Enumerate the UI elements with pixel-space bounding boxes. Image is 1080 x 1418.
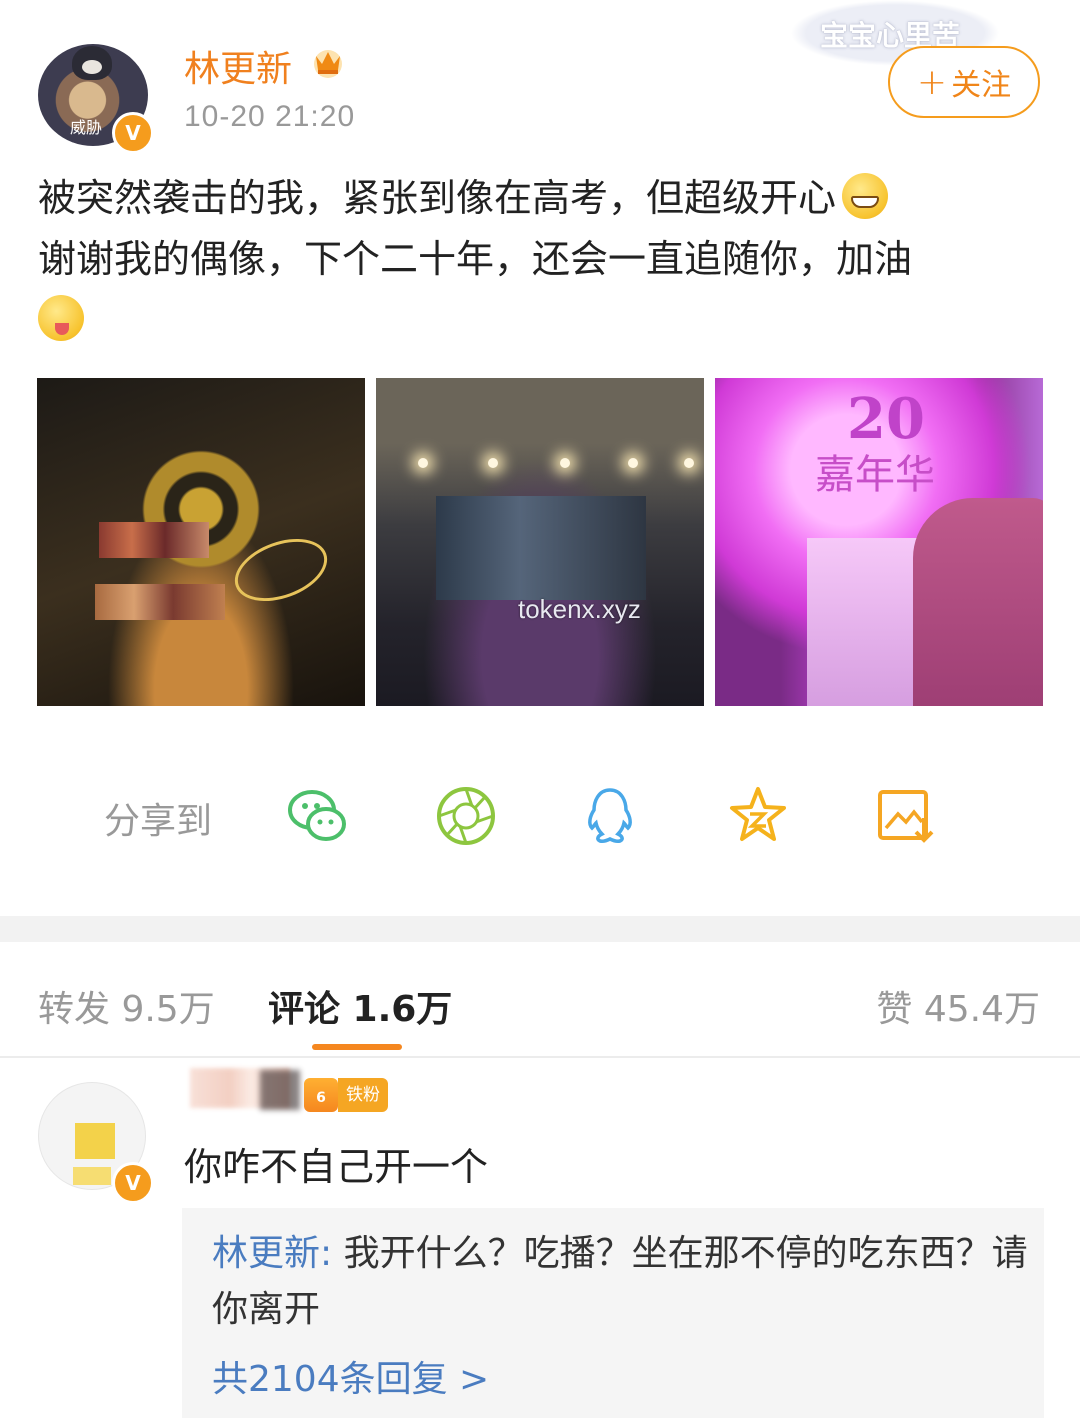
tab-repost[interactable]: 转发 9.5万 — [38, 980, 215, 1032]
commenter-verified-icon: V — [112, 1162, 154, 1204]
reply-text: 我开什么？吃播？坐在那不停的吃东西？请你离开 — [212, 1233, 1028, 1330]
crown-icon — [314, 50, 342, 78]
post-image-1[interactable] — [37, 378, 365, 706]
reply-content: 林更新: 我开什么？吃播？坐在那不停的吃东西？请你离开 — [212, 1226, 1032, 1338]
active-tab-indicator — [312, 1044, 402, 1050]
post-body: 被突然袭击的我，紧张到像在高考，但超级开心 谢谢我的偶像，下个二十年，还会一直追… — [38, 168, 1038, 351]
commenter-name-blurred-2 — [260, 1070, 300, 1110]
tab-like[interactable]: 赞 45.4万 — [876, 980, 1040, 1032]
view-replies-link[interactable]: 共2104条回复 > — [212, 1350, 489, 1402]
post-text-line2: 谢谢我的偶像，下个二十年，还会一直追随你，加油 — [38, 237, 913, 281]
wechat-icon[interactable] — [286, 784, 350, 848]
fan-level-icon: 6 — [304, 1078, 338, 1112]
verified-badge-icon: V — [112, 112, 154, 154]
grinning-emoji-icon — [842, 173, 889, 219]
follow-label: 关注 — [951, 68, 1012, 103]
tab-comment[interactable]: 评论 1.6万 — [268, 980, 452, 1032]
share-label: 分享到 — [104, 801, 213, 842]
section-divider — [0, 916, 1080, 942]
moments-icon[interactable] — [434, 784, 498, 848]
qzone-icon[interactable] — [726, 784, 790, 848]
watermark: tokenx.xyz — [518, 594, 641, 624]
post-timestamp: 10-20 21:20 — [184, 100, 356, 133]
post-username[interactable]: 林更新 — [184, 40, 292, 92]
fan-badge: 6 铁粉 — [304, 1078, 388, 1112]
reply-author[interactable]: 林更新: — [212, 1233, 332, 1274]
tongue-out-emoji-icon — [38, 295, 84, 341]
image-text-carnival: 嘉年华 — [815, 452, 935, 498]
qq-icon[interactable] — [578, 784, 642, 848]
follow-button[interactable]: + 关注 — [888, 46, 1040, 118]
plus-icon: + — [916, 61, 948, 103]
post-image-3[interactable]: 20 嘉年华 — [715, 378, 1043, 706]
fan-badge-label: 铁粉 — [338, 1078, 388, 1112]
comment-text: 你咋不自己开一个 — [184, 1145, 489, 1189]
post-image-2[interactable] — [376, 378, 704, 706]
save-image-icon[interactable] — [874, 784, 938, 848]
tab-separator — [0, 1056, 1080, 1058]
post-text-line1: 被突然袭击的我，紧张到像在高考，但超级开心 — [38, 176, 837, 220]
avatar-caption: 威胁 — [70, 118, 103, 137]
